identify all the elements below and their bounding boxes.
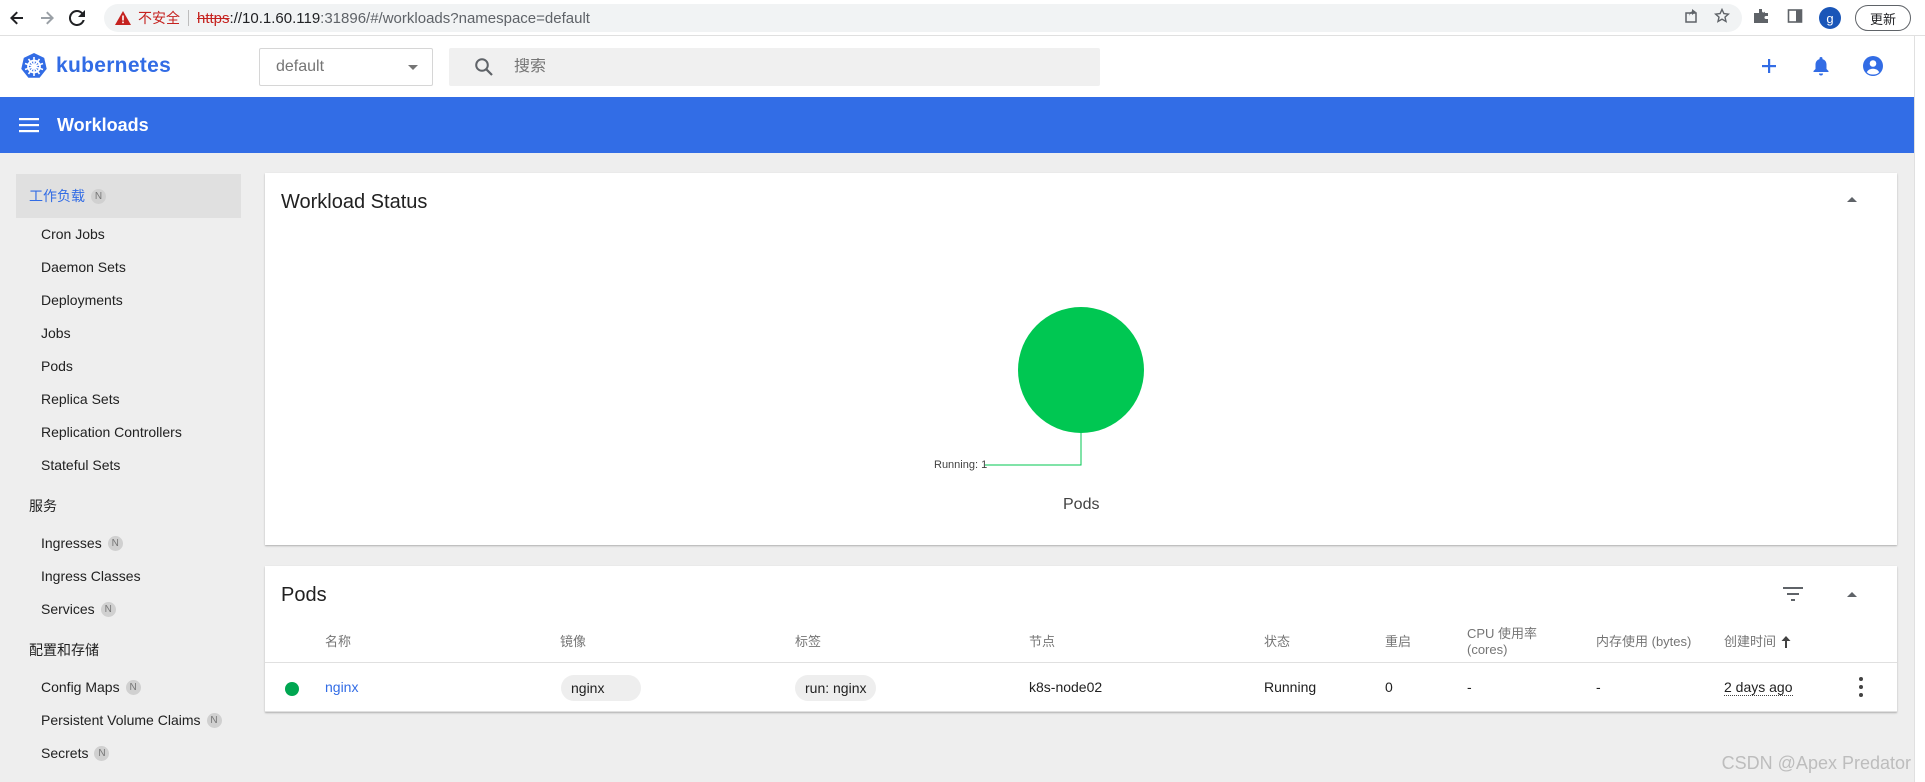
sidebar-group-config-storage: 配置和存储 bbox=[29, 642, 99, 658]
back-icon[interactable] bbox=[4, 5, 30, 31]
sidebar-item-stateful-sets[interactable]: Stateful Sets bbox=[41, 457, 120, 473]
pie-chart-title: Pods bbox=[1063, 496, 1100, 513]
pods-status-pie-chart bbox=[985, 307, 1144, 466]
side-panel-icon[interactable] bbox=[1785, 8, 1805, 29]
pie-slice-label: Running: 1 bbox=[934, 459, 988, 471]
right-edge-panel bbox=[1914, 36, 1925, 782]
sidebar-nav: 工作负载 N Cron Jobs Daemon Sets Deployments… bbox=[0, 153, 256, 782]
search-input[interactable] bbox=[514, 58, 1074, 76]
namespaced-badge: N bbox=[100, 601, 116, 617]
chevron-down-icon bbox=[408, 65, 418, 70]
reload-icon[interactable] bbox=[64, 5, 90, 31]
namespace-value: default bbox=[276, 58, 325, 75]
collapse-chevron-icon[interactable] bbox=[1847, 592, 1857, 597]
sidebar-item-replication-controllers[interactable]: Replication Controllers bbox=[41, 424, 182, 440]
cpu-value: - bbox=[1467, 679, 1472, 695]
column-header-name[interactable]: 名称 bbox=[325, 634, 351, 650]
pod-name-link[interactable]: nginx bbox=[325, 679, 358, 695]
kubernetes-wheel-icon bbox=[21, 53, 47, 78]
memory-value: - bbox=[1596, 679, 1601, 695]
created-value: 2 days ago bbox=[1724, 679, 1793, 696]
column-header-created[interactable]: 创建时间 bbox=[1724, 634, 1791, 650]
account-circle-icon[interactable] bbox=[1859, 52, 1887, 80]
search-bar[interactable] bbox=[449, 48, 1100, 86]
search-icon bbox=[474, 57, 494, 77]
namespaced-badge: N bbox=[125, 679, 141, 695]
page-title: Workloads bbox=[57, 114, 149, 135]
sidebar-item-config-maps[interactable]: Config Maps N bbox=[41, 679, 141, 695]
label-chip: run: nginx bbox=[795, 675, 877, 701]
update-button[interactable]: 更新 bbox=[1854, 5, 1911, 31]
namespace-selector[interactable]: default bbox=[259, 48, 433, 86]
url-host: ://10.1.60.119 bbox=[229, 9, 321, 27]
sidebar-section-workloads[interactable]: 工作负载 N bbox=[16, 174, 241, 218]
workload-status-card: Workload Status Running: 1 Pods bbox=[265, 173, 1897, 545]
create-plus-icon[interactable] bbox=[1755, 52, 1783, 80]
sidebar-item-services[interactable]: Services N bbox=[41, 601, 116, 617]
bookmark-star-icon[interactable] bbox=[1713, 7, 1731, 28]
sidebar-item-deployments[interactable]: Deployments bbox=[41, 292, 123, 308]
namespaced-badge: N bbox=[91, 188, 106, 204]
sidebar-item-ingress-classes[interactable]: Ingress Classes bbox=[41, 568, 141, 584]
sort-arrow-up-icon bbox=[1781, 636, 1791, 648]
sidebar-item-daemon-sets[interactable]: Daemon Sets bbox=[41, 259, 126, 275]
pods-table-card: Pods 名称 镜像 标签 节点 状态 重启 CPU 使用率 (cores) 内存… bbox=[265, 566, 1897, 712]
sidebar-item-persistent-volume-claims[interactable]: Persistent Volume Claims N bbox=[41, 712, 222, 728]
notifications-bell-icon[interactable] bbox=[1807, 52, 1835, 80]
sidebar-group-services: 服务 bbox=[29, 498, 57, 514]
namespaced-badge: N bbox=[107, 535, 123, 551]
column-header-image: 镜像 bbox=[560, 634, 587, 649]
status-value: Running bbox=[1264, 679, 1317, 695]
restarts-value: 0 bbox=[1385, 679, 1393, 695]
share-icon[interactable] bbox=[1684, 8, 1700, 28]
sidebar-item-ingresses[interactable]: Ingresses N bbox=[41, 535, 123, 551]
column-header-restarts: 重启 bbox=[1385, 634, 1412, 649]
forward-icon[interactable] bbox=[34, 5, 60, 31]
image-chip: nginx bbox=[561, 675, 641, 701]
url-scheme: https bbox=[197, 9, 230, 27]
column-header-labels: 标签 bbox=[795, 634, 822, 649]
logo-text: kubernetes bbox=[56, 54, 172, 77]
hamburger-menu-icon[interactable] bbox=[17, 113, 41, 137]
namespaced-badge: N bbox=[94, 745, 110, 761]
page-header: Workloads bbox=[0, 97, 1914, 153]
sidebar-item-jobs[interactable]: Jobs bbox=[41, 325, 71, 341]
pie-slice-running[interactable] bbox=[1018, 307, 1144, 433]
warning-icon bbox=[114, 10, 132, 26]
watermark-text: CSDN @Apex Predator bbox=[1721, 753, 1911, 773]
profile-avatar[interactable]: g bbox=[1818, 7, 1841, 29]
row-actions-menu-icon[interactable] bbox=[1858, 677, 1864, 697]
sidebar-item-replica-sets[interactable]: Replica Sets bbox=[41, 391, 120, 407]
sidebar-item-pods[interactable]: Pods bbox=[41, 358, 73, 374]
kubernetes-logo[interactable]: kubernetes bbox=[20, 52, 171, 80]
column-header-node: 节点 bbox=[1029, 634, 1056, 649]
extensions-icon[interactable] bbox=[1751, 8, 1771, 29]
sidebar-item-secrets[interactable]: Secrets N bbox=[41, 745, 110, 761]
browser-toolbar: 不安全 https://10.1.60.119:31896/#/workload… bbox=[0, 0, 1925, 36]
pie-leader-line bbox=[985, 433, 1082, 466]
namespaced-badge: N bbox=[206, 712, 222, 728]
pods-card-title: Pods bbox=[281, 584, 327, 606]
column-header-memory: 内存使用 (bytes) bbox=[1596, 634, 1692, 649]
sidebar-item-cron-jobs[interactable]: Cron Jobs bbox=[41, 226, 105, 242]
not-secure-label: 不安全 bbox=[138, 10, 180, 26]
column-header-status: 状态 bbox=[1264, 634, 1291, 649]
dashboard-toolbar: kubernetes default bbox=[0, 36, 1914, 97]
url-path: :31896/#/workloads?namespace=default bbox=[320, 9, 590, 27]
node-value[interactable]: k8s-node02 bbox=[1029, 679, 1102, 695]
filter-icon[interactable] bbox=[1783, 587, 1805, 605]
column-header-cpu: CPU 使用率 (cores) bbox=[1467, 626, 1538, 657]
address-bar[interactable]: 不安全 https://10.1.60.119:31896/#/workload… bbox=[104, 4, 1742, 32]
status-running-icon bbox=[285, 682, 299, 696]
sidebar-section-label: 工作负载 bbox=[29, 188, 85, 204]
toolbar-actions bbox=[1755, 52, 1887, 80]
